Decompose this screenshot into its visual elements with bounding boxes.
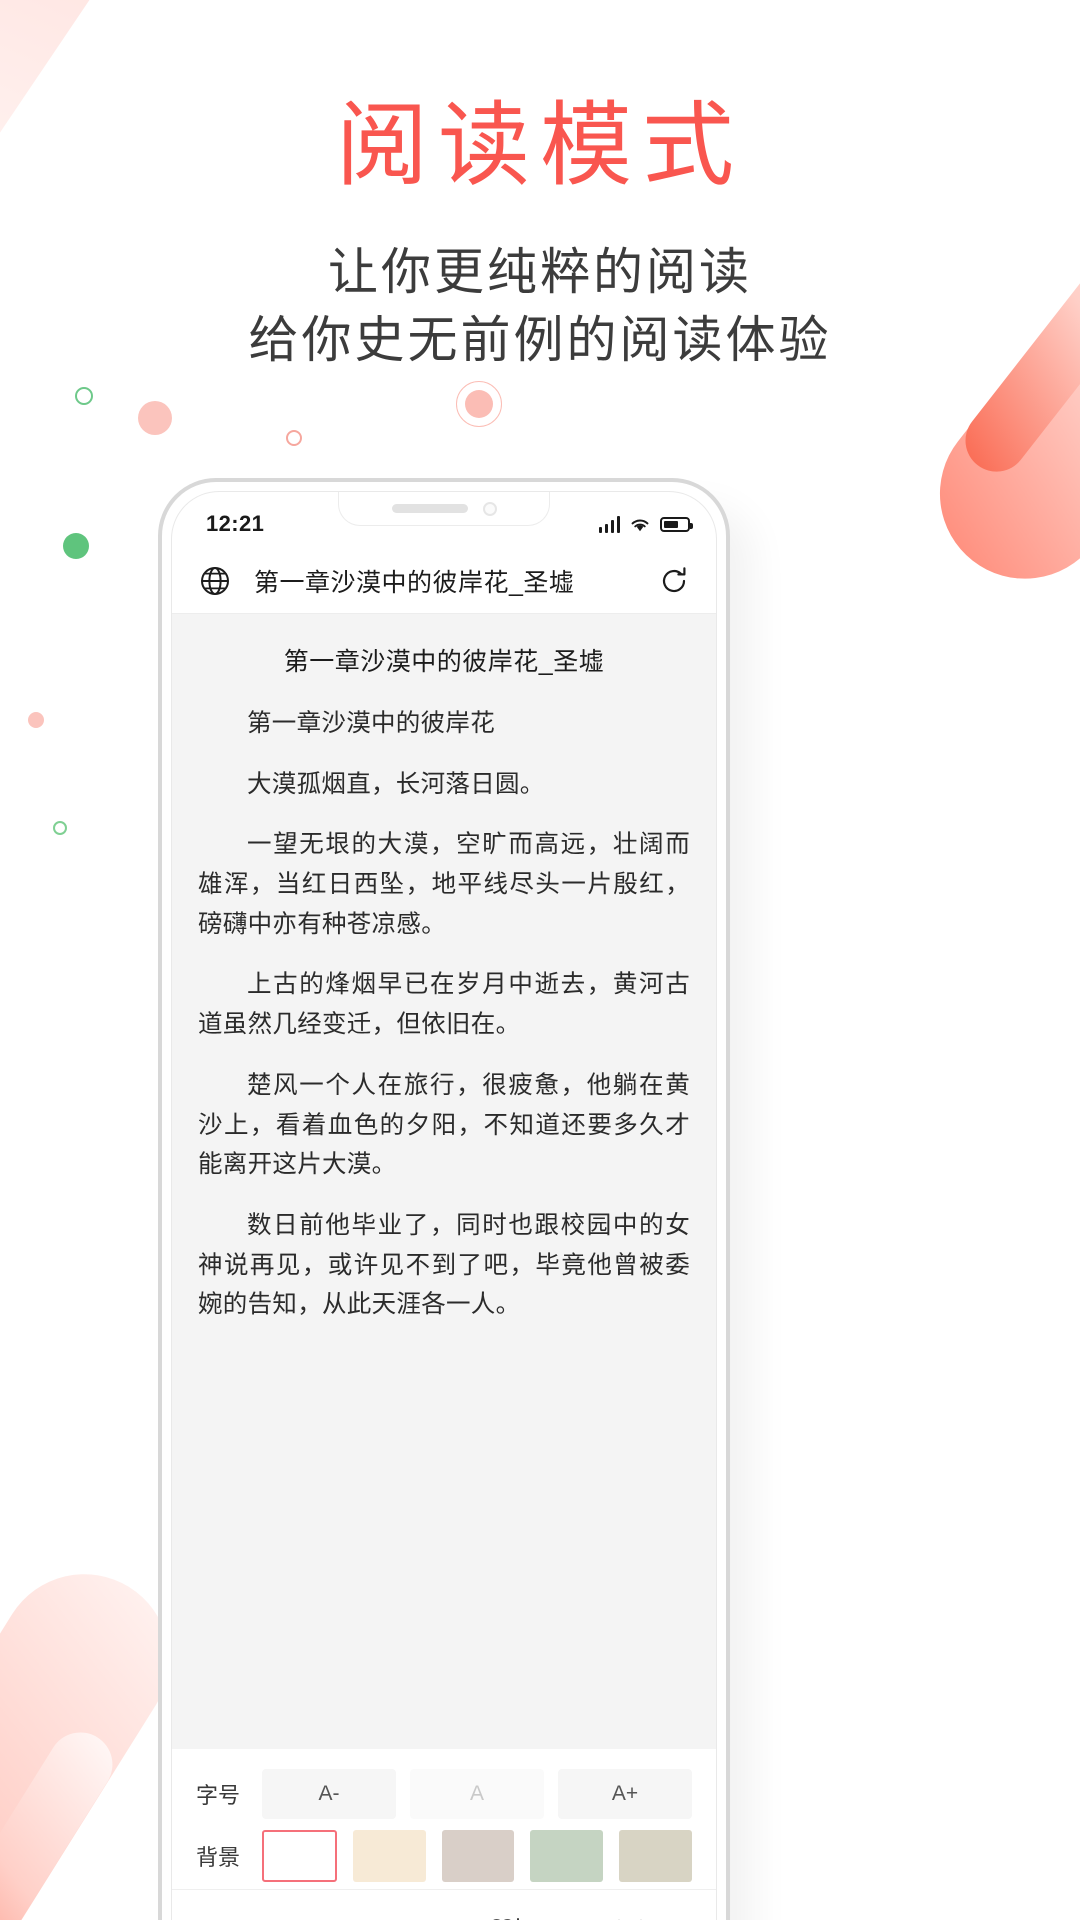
- font-increase-button[interactable]: A+: [558, 1769, 692, 1819]
- promo-subtitle-block: 让你更纯粹的阅读 给你史无前例的阅读体验: [0, 238, 1080, 374]
- phone-mockup: 12:21 第一章沙漠中的彼岸花_圣墟 第一章沙漠中的彼岸花_圣墟 第一章沙漠中…: [158, 478, 730, 1920]
- reader-navbar: 第一章沙漠中的彼岸花_圣墟: [172, 548, 716, 614]
- decor-dot-ring: [53, 821, 67, 835]
- promo-headline-block: 阅读模式: [0, 95, 1080, 197]
- decor-dot-ring: [286, 430, 302, 446]
- globe-icon[interactable]: [198, 564, 232, 598]
- status-bar-indicators: [598, 515, 693, 533]
- reader-paragraph: 上古的烽烟早已在岁月中逝去，黄河古道虽然几经变迁，但依旧在。: [198, 971, 690, 1039]
- font-default-button[interactable]: A: [410, 1769, 544, 1819]
- bg-white-swatch[interactable]: [262, 1830, 337, 1882]
- font-size-options: A- A A+: [262, 1769, 692, 1819]
- earpiece-speaker-icon: [392, 504, 468, 513]
- background-row: 背景: [196, 1825, 692, 1887]
- wifi-icon: [631, 519, 649, 531]
- bg-cream-swatch[interactable]: [352, 1830, 426, 1882]
- font-size-label: 字号: [196, 1783, 241, 1808]
- font-size-row: 字号 A- A A+: [196, 1763, 692, 1825]
- phone-notch: [338, 492, 550, 526]
- bg-sand-swatch[interactable]: [619, 1830, 692, 1882]
- signal-bars-icon: [598, 515, 620, 533]
- decor-dot: [138, 401, 172, 435]
- reader-settings-panel: 字号 A- A A+ 背景: [172, 1749, 716, 1889]
- catalog-list-icon[interactable]: [228, 1902, 288, 1920]
- reader-paragraph: 数日前他毕业了，同时也跟校园中的女神说再见，或许见不到了吧，毕竟他曾被委婉的告知…: [198, 1211, 690, 1319]
- bg-green-swatch[interactable]: [530, 1830, 604, 1882]
- front-camera-icon: [483, 502, 497, 516]
- decor-dot: [465, 390, 493, 418]
- status-bar-time: 12:21: [206, 511, 265, 536]
- reader-nav-title: 第一章沙漠中的彼岸花_圣墟: [254, 568, 575, 597]
- close-icon[interactable]: [600, 1902, 660, 1920]
- reader-paragraph-list: 第一章沙漠中的彼岸花大漠孤烟直，长河落日圆。一望无垠的大漠，空旷而高远，壮阔而雄…: [198, 704, 690, 1325]
- reader-content[interactable]: 第一章沙漠中的彼岸花_圣墟 第一章沙漠中的彼岸花大漠孤烟直，长河落日圆。一望无垠…: [172, 614, 716, 1749]
- reader-paragraph: 楚风一个人在旅行，很疲惫，他躺在黄沙上，看着血色的夕阳，不知道还要多久才能离开这…: [198, 1071, 690, 1179]
- refresh-icon[interactable]: [658, 565, 690, 597]
- phone-screen: 12:21 第一章沙漠中的彼岸花_圣墟 第一章沙漠中的彼岸花_圣墟 第一章沙漠中…: [171, 491, 717, 1920]
- reader-paragraph: 第一章沙漠中的彼岸花: [247, 710, 495, 737]
- bookmark-heart-add-icon[interactable]: [476, 1902, 536, 1920]
- reader-chapter-title: 第一章沙漠中的彼岸花_圣墟: [283, 648, 605, 676]
- reader-bottom-toolbar: A: [172, 1889, 716, 1920]
- page-title: 阅读模式: [335, 95, 744, 197]
- decor-dot: [28, 712, 44, 728]
- decor-dot: [63, 533, 89, 559]
- battery-icon: [660, 516, 693, 532]
- background-swatches: [262, 1830, 692, 1882]
- promo-subtitle-line-1: 让你更纯粹的阅读: [328, 244, 752, 300]
- decor-dot-ring: [75, 387, 93, 405]
- bg-taupe-swatch[interactable]: [441, 1830, 515, 1882]
- reader-paragraph: 大漠孤烟直，长河落日圆。: [247, 770, 545, 798]
- font-decrease-button[interactable]: A-: [262, 1769, 396, 1819]
- promo-subtitle-line-2: 给你史无前例的阅读体验: [248, 312, 832, 368]
- background-label: 背景: [196, 1845, 241, 1870]
- decor-ribbon-bottom-left-inner: [0, 1720, 125, 1920]
- reader-paragraph: 一望无垠的大漠，空旷而高远，壮阔而雄浑，当红日西坠，地平线尽头一片殷红，磅礴中亦…: [198, 831, 690, 938]
- font-size-icon[interactable]: A: [352, 1902, 412, 1920]
